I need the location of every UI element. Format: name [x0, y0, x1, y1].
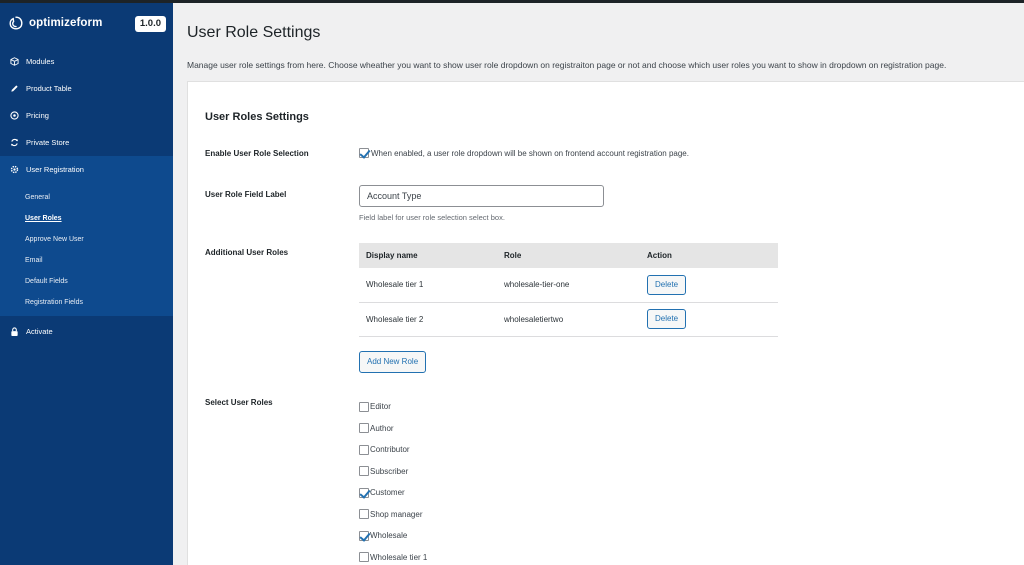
- gear-icon: [9, 165, 19, 175]
- role-slug: wholesaletiertwo: [497, 302, 640, 337]
- user-roles-checklist: Editor Author Contributor Subscriber Cus…: [359, 396, 427, 565]
- pen-icon: [9, 84, 19, 94]
- sidebar: optimizeform 1.0.0 Modules Product Table…: [0, 3, 173, 565]
- user-role-label: Subscriber: [370, 466, 409, 476]
- enable-user-role-label: Enable User Role Selection: [205, 149, 309, 158]
- user-role-checkbox[interactable]: [359, 552, 369, 563]
- table-header-row: Display name Role Action: [359, 243, 778, 268]
- delete-role-button[interactable]: Delete: [647, 309, 687, 329]
- list-item[interactable]: Wholesale: [359, 525, 427, 547]
- list-item[interactable]: Customer: [359, 482, 427, 504]
- role-display-name: Wholesale tier 1: [359, 268, 497, 303]
- sidebar-item-label: Activate: [26, 327, 53, 336]
- user-role-checkbox[interactable]: [359, 423, 369, 434]
- sidebar-item-modules[interactable]: Modules: [0, 48, 173, 75]
- submenu-item-general[interactable]: General: [0, 187, 173, 208]
- table-row: Wholesale tier 2 wholesaletiertwo Delete: [359, 302, 778, 337]
- optimizeform-logo-icon: [9, 16, 23, 30]
- brand: optimizeform 1.0.0: [0, 3, 173, 43]
- table-row: Wholesale tier 1 wholesale-tier-one Dele…: [359, 268, 778, 303]
- submenu-item-default-fields[interactable]: Default Fields: [0, 271, 173, 292]
- user-role-checkbox[interactable]: [359, 444, 369, 455]
- sidebar-item-pricing[interactable]: Pricing: [0, 102, 173, 129]
- list-item[interactable]: Author: [359, 418, 427, 440]
- version-badge: 1.0.0: [134, 16, 166, 32]
- sidebar-item-label: Product Table: [26, 84, 72, 93]
- section-title: User Roles Settings: [205, 111, 309, 123]
- delete-role-button[interactable]: Delete: [647, 274, 687, 295]
- sidebar-item-label: Modules: [26, 57, 55, 66]
- submenu-item-email[interactable]: Email: [0, 250, 173, 271]
- select-user-roles-label: Select User Roles: [205, 398, 273, 407]
- sidebar-item-label: User Registration: [26, 165, 84, 174]
- enable-user-role-checkbox[interactable]: [359, 148, 369, 158]
- list-item[interactable]: Editor: [359, 396, 427, 418]
- user-role-label: Wholesale: [370, 531, 408, 541]
- pricing-icon: [9, 111, 19, 121]
- enable-user-role-description: When enabled, a user role dropdown will …: [371, 148, 689, 158]
- list-item[interactable]: Wholesale tier 1: [359, 547, 427, 565]
- settings-panel: User Roles Settings Enable User Role Sel…: [187, 81, 1024, 565]
- sidebar-item-product-table[interactable]: Product Table: [0, 75, 173, 102]
- sidebar-item-label: Pricing: [26, 111, 49, 120]
- user-role-checkbox[interactable]: [359, 530, 369, 541]
- user-role-label: Contributor: [370, 445, 410, 455]
- column-header-role: Role: [497, 243, 640, 268]
- enable-user-role-option[interactable]: When enabled, a user role dropdown will …: [359, 148, 689, 158]
- column-header-action: Action: [640, 243, 778, 268]
- user-role-label: Wholesale tier 1: [370, 552, 428, 562]
- add-new-role-button[interactable]: Add New Role: [359, 351, 427, 373]
- sidebar-nav-bottom: Activate: [0, 318, 173, 345]
- user-role-label: Shop manager: [370, 509, 423, 519]
- role-slug: wholesale-tier-one: [497, 268, 640, 303]
- submenu-item-registration-fields[interactable]: Registration Fields: [0, 292, 173, 313]
- role-display-name: Wholesale tier 2: [359, 302, 497, 337]
- brand-name: optimizeform: [29, 17, 103, 29]
- sidebar-item-label: Private Store: [26, 138, 70, 147]
- sidebar-item-activate[interactable]: Activate: [0, 318, 173, 345]
- submenu-item-user-roles[interactable]: User Roles: [0, 208, 173, 229]
- sidebar-nav: Modules Product Table Pricing Private St…: [0, 48, 173, 183]
- list-item[interactable]: Subscriber: [359, 461, 427, 483]
- sidebar-item-private-store[interactable]: Private Store: [0, 129, 173, 156]
- additional-user-roles-label: Additional User Roles: [205, 248, 289, 257]
- sidebar-item-user-registration[interactable]: User Registration: [0, 156, 173, 183]
- field-label-help: Field label for user role selection sele…: [359, 213, 505, 222]
- lock-icon: [9, 326, 19, 337]
- column-header-display-name: Display name: [359, 243, 497, 268]
- page-title: User Role Settings: [187, 24, 321, 41]
- submenu-item-approve-new-user[interactable]: Approve New User: [0, 229, 173, 250]
- additional-roles-table: Display name Role Action Wholesale tier …: [359, 243, 778, 337]
- list-item[interactable]: Contributor: [359, 439, 427, 461]
- user-role-label: Author: [370, 423, 394, 433]
- user-role-label: Editor: [370, 402, 391, 412]
- user-role-checkbox[interactable]: [359, 466, 369, 477]
- field-label-label: User Role Field Label: [205, 190, 287, 199]
- cube-icon: [9, 57, 19, 67]
- user-role-label: Customer: [370, 488, 405, 498]
- field-label-input[interactable]: [359, 185, 604, 207]
- main-content: User Role Settings Manage user role sett…: [173, 3, 1024, 565]
- user-role-checkbox[interactable]: [359, 401, 369, 412]
- user-role-checkbox[interactable]: [359, 509, 369, 520]
- list-item[interactable]: Shop manager: [359, 504, 427, 526]
- page-description: Manage user role settings from here. Cho…: [187, 60, 947, 70]
- store-sync-icon: [9, 138, 19, 148]
- user-role-checkbox[interactable]: [359, 487, 369, 498]
- user-registration-submenu: General User Roles Approve New User Emai…: [0, 183, 173, 316]
